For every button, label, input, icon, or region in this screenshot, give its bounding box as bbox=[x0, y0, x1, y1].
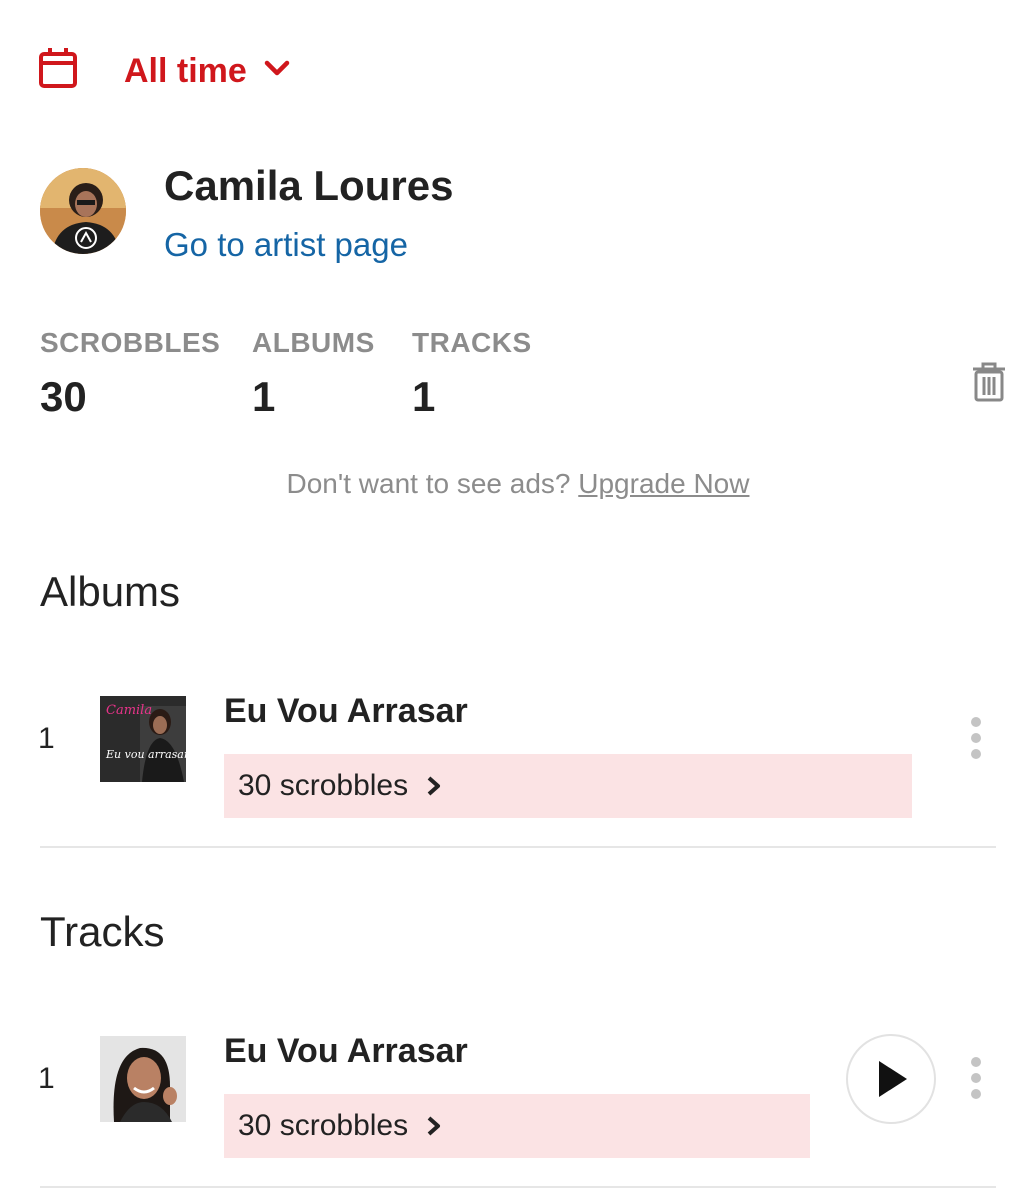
track-scrobbles: 30 scrobbles bbox=[238, 1109, 409, 1142]
track-scrobbles-bar[interactable]: 30 scrobbles bbox=[224, 1094, 810, 1158]
tracks-heading: Tracks bbox=[40, 908, 165, 955]
calendar-icon bbox=[39, 48, 77, 88]
ads-notice: Don't want to see ads? Upgrade Now bbox=[0, 468, 1036, 500]
more-options-icon[interactable] bbox=[966, 716, 986, 764]
go-to-artist-link[interactable]: Go to artist page bbox=[164, 226, 408, 264]
album-scrobbles-bar[interactable]: 30 scrobbles bbox=[224, 754, 912, 818]
album-cover-text-top: Camila bbox=[106, 703, 152, 718]
stat-label: SCROBBLES bbox=[40, 327, 221, 358]
chevron-right-icon bbox=[427, 776, 441, 796]
albums-heading: Albums bbox=[40, 568, 181, 615]
track-cover[interactable] bbox=[100, 1036, 186, 1122]
trash-icon[interactable] bbox=[970, 362, 1008, 402]
ads-text: Don't want to see ads? bbox=[286, 468, 571, 499]
stat-albums: ALBUMS 1 bbox=[252, 327, 375, 421]
stat-value: 30 bbox=[40, 373, 87, 420]
play-icon bbox=[879, 1061, 907, 1097]
artist-name: Camila Loures bbox=[164, 162, 454, 209]
stat-label: ALBUMS bbox=[252, 327, 375, 358]
stat-scrobbles: SCROBBLES 30 bbox=[40, 327, 220, 421]
divider bbox=[40, 846, 996, 848]
stat-label: TRACKS bbox=[412, 327, 532, 358]
upgrade-now-link[interactable]: Upgrade Now bbox=[578, 468, 749, 499]
divider bbox=[40, 1186, 996, 1188]
album-cover[interactable]: Camila Eu vou arrasar bbox=[100, 696, 186, 782]
chevron-right-icon bbox=[427, 1116, 441, 1136]
chevron-down-icon[interactable] bbox=[264, 56, 290, 80]
period-label[interactable]: All time bbox=[124, 52, 247, 91]
stat-value: 1 bbox=[412, 373, 436, 420]
album-cover-text-bottom: Eu vou arrasar bbox=[105, 748, 186, 761]
period-selector[interactable]: All time bbox=[38, 44, 290, 92]
track-title[interactable]: Eu Vou Arrasar bbox=[224, 1032, 468, 1071]
artist-avatar[interactable] bbox=[40, 168, 126, 254]
stat-value: 1 bbox=[252, 373, 276, 420]
album-scrobbles: 30 scrobbles bbox=[238, 769, 409, 802]
album-title[interactable]: Eu Vou Arrasar bbox=[224, 692, 468, 731]
album-rank: 1 bbox=[38, 722, 55, 755]
play-button[interactable] bbox=[846, 1034, 936, 1124]
stat-tracks: TRACKS 1 bbox=[412, 327, 532, 421]
more-options-icon[interactable] bbox=[966, 1056, 986, 1104]
track-rank: 1 bbox=[38, 1062, 55, 1095]
